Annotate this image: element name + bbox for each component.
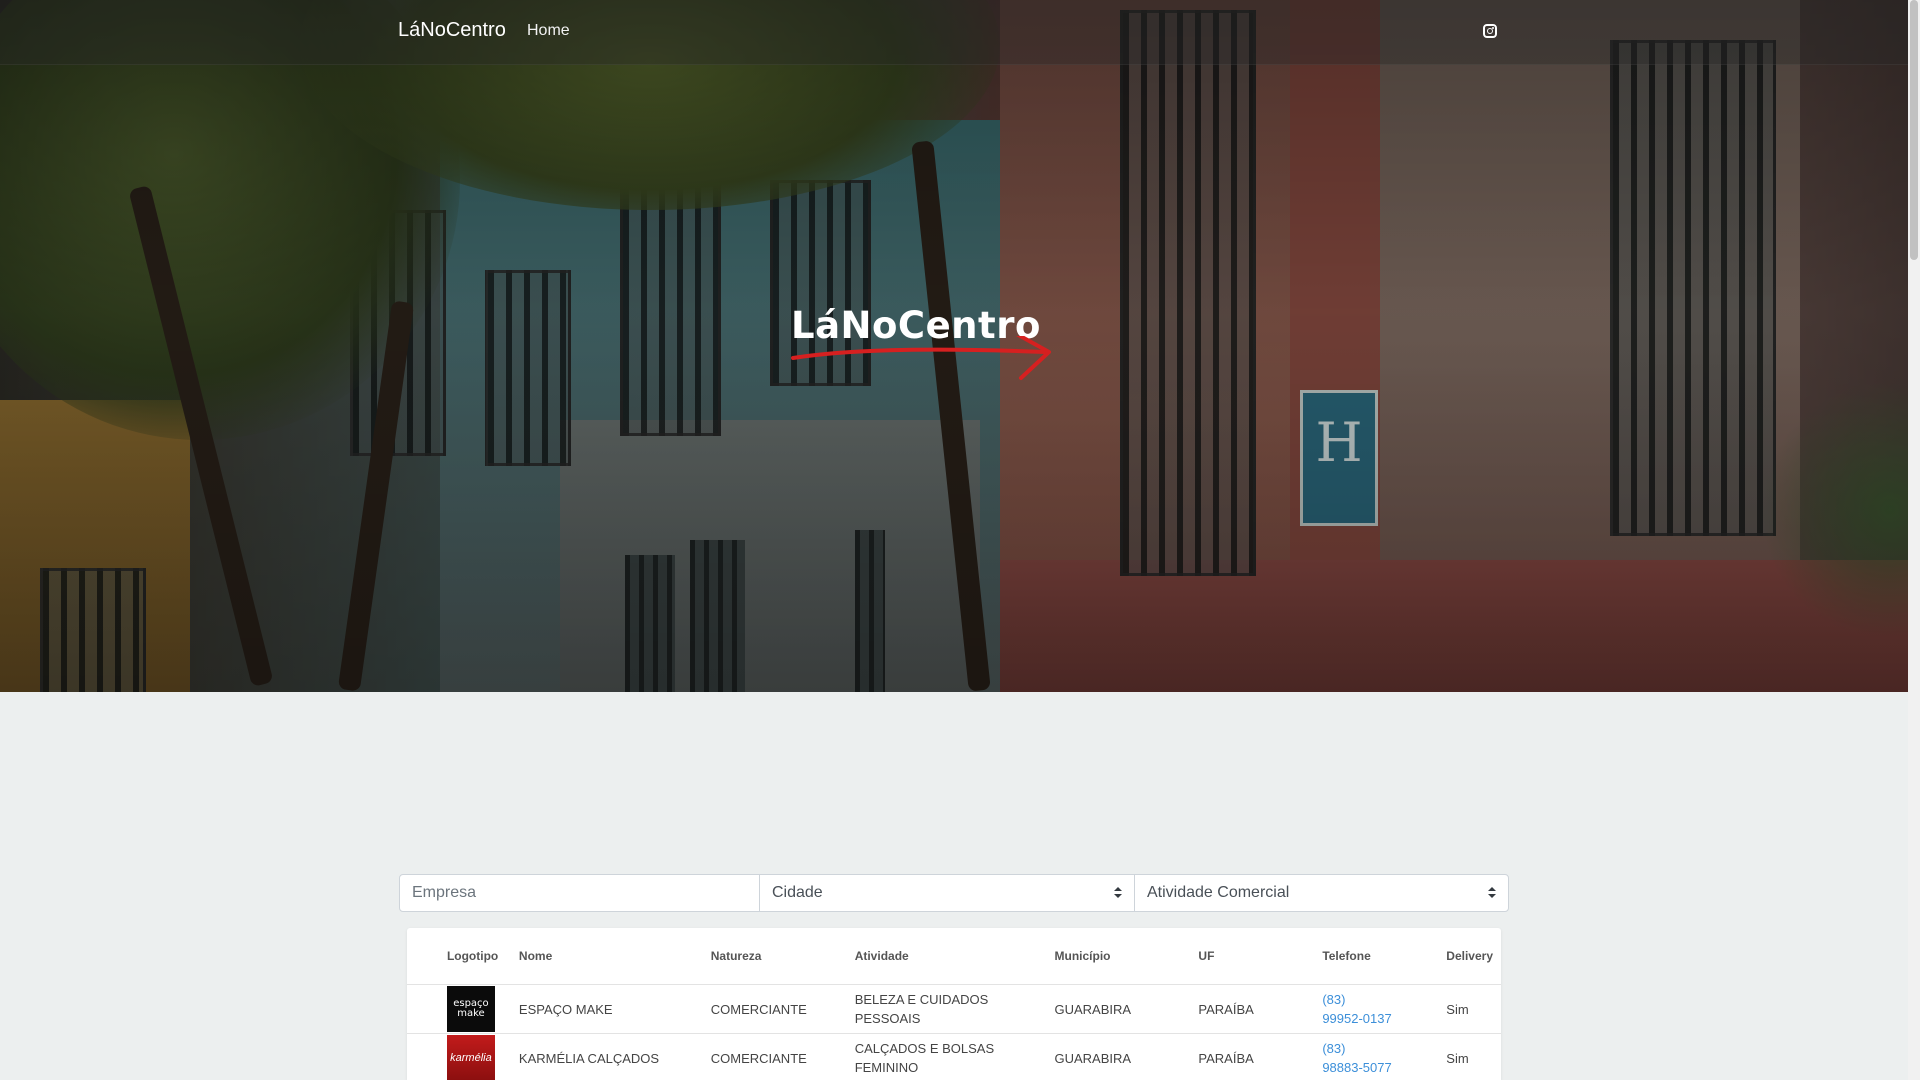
business-state: PARAÍBA: [1190, 1033, 1315, 1080]
instagram-icon[interactable]: [1483, 24, 1497, 38]
business-nature: COMERCIANTE: [702, 1033, 847, 1080]
business-name: KARMÉLIA CALÇADOS: [510, 1033, 703, 1080]
business-state: PARAÍBA: [1190, 984, 1315, 1034]
row-spacer: [407, 984, 439, 1034]
activity-select[interactable]: Atividade Comercial: [1135, 875, 1508, 911]
business-logo: espaço make: [446, 986, 495, 1032]
delivery-status: Sim: [1438, 984, 1501, 1034]
business-table-card: Logotipo Nome Natureza Atividade Municíp…: [407, 928, 1501, 1080]
phone-link[interactable]: (83) 98883-5077: [1322, 1041, 1391, 1075]
phone-number: 99952-0137: [1322, 1011, 1392, 1026]
phone-cell: (83) 99952-0137: [1314, 984, 1439, 1034]
business-nature: COMERCIANTE: [702, 984, 847, 1034]
table-row[interactable]: espaço make ESPAÇO MAKE COMERCIANTE BELE…: [407, 984, 1501, 1034]
table-row[interactable]: karmélia KARMÉLIA CALÇADOS COMERCIANTE C…: [407, 1033, 1501, 1080]
business-activity: BELEZA E CUIDADOS PESSOAIS: [846, 984, 1047, 1034]
column-header-state: UF: [1190, 928, 1315, 985]
select-caret-icon: [1114, 887, 1122, 899]
city-select-label: Cidade: [772, 884, 823, 901]
hero-logo: LáNoCentro: [787, 300, 1057, 390]
business-table: Logotipo Nome Natureza Atividade Municíp…: [407, 928, 1501, 1080]
activity-select-label: Atividade Comercial: [1147, 884, 1290, 901]
business-logo-text: espaço make: [453, 998, 489, 1019]
navbar-brand[interactable]: LáNoCentro: [398, 19, 506, 42]
select-caret-icon: [1488, 887, 1496, 899]
city-select[interactable]: Cidade: [760, 875, 1135, 911]
business-logo: karmélia: [446, 1035, 495, 1080]
table-header-row: Logotipo Nome Natureza Atividade Municíp…: [407, 928, 1501, 985]
nav-link-home[interactable]: Home: [527, 22, 570, 40]
column-header-nature: Natureza: [702, 928, 847, 985]
delivery-status: Sim: [1438, 1033, 1501, 1080]
phone-link[interactable]: (83) 99952-0137: [1322, 992, 1391, 1026]
business-logo-text: karmélia: [450, 1052, 492, 1064]
business-name: ESPAÇO MAKE: [510, 984, 703, 1034]
business-activity: CALÇADOS E BOLSAS FEMININO: [846, 1033, 1047, 1080]
column-header-logo: Logotipo: [438, 928, 511, 985]
column-header-phone: Telefone: [1314, 928, 1439, 985]
business-city: GUARABIRA: [1046, 1033, 1191, 1080]
hero-logo-arrow-icon: [791, 336, 1051, 380]
page-scrollbar[interactable]: [1908, 0, 1920, 1080]
company-search-input[interactable]: [400, 875, 760, 911]
column-header-activity: Atividade: [846, 928, 1047, 985]
column-header-name: Nome: [510, 928, 703, 985]
column-header-delivery: Delivery: [1438, 928, 1501, 985]
phone-cell: (83) 98883-5077: [1314, 1033, 1439, 1080]
logo-cell: karmélia: [438, 1033, 511, 1080]
navbar: LáNoCentro Home: [0, 0, 1908, 65]
scrollbar-thumb[interactable]: [1910, 0, 1918, 260]
filter-bar: Cidade Atividade Comercial: [399, 874, 1509, 912]
phone-number: 98883-5077: [1322, 1060, 1392, 1075]
table-header-spacer: [407, 928, 439, 985]
phone-area: (83): [1322, 992, 1346, 1007]
column-header-city: Município: [1046, 928, 1191, 985]
logo-cell: espaço make: [438, 984, 511, 1034]
phone-area: (83): [1322, 1041, 1346, 1056]
business-city: GUARABIRA: [1046, 984, 1191, 1034]
row-spacer: [407, 1033, 439, 1080]
hero-banner: H LáNoCentro: [0, 0, 1908, 692]
